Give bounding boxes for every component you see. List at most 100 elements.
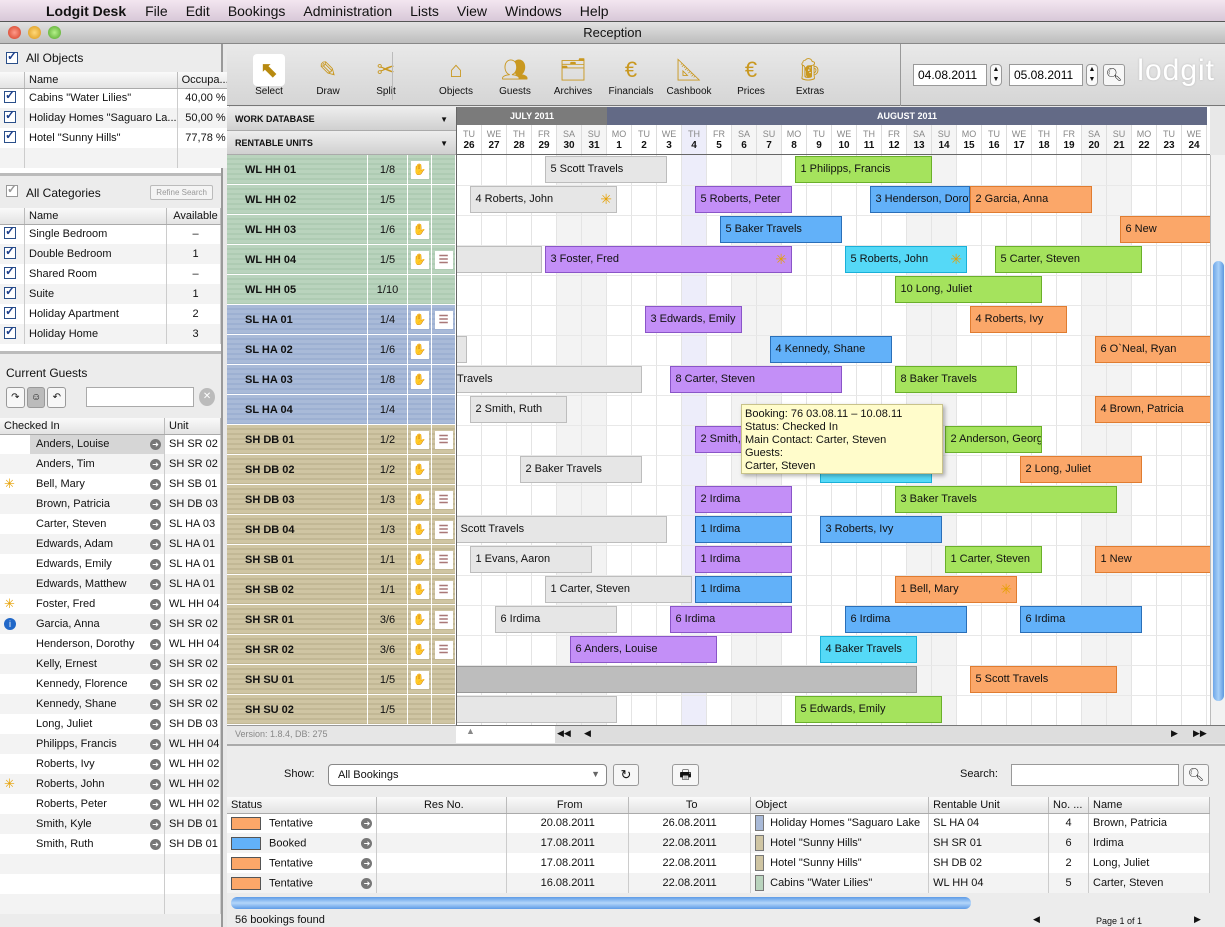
category-checkbox[interactable] (0, 284, 25, 304)
booking-bar[interactable]: 1 Irdima (694, 546, 792, 573)
object-row[interactable]: Cabins "Water Lilies"40,00 % (0, 88, 230, 108)
go-arrow-icon[interactable]: ➜ (150, 719, 161, 730)
go-arrow-icon[interactable]: ➜ (150, 479, 161, 490)
all-objects-toggle[interactable]: All Objects (0, 44, 221, 72)
booking-bar[interactable]: 3 Roberts, Ivy (819, 516, 942, 543)
object-row[interactable]: Holiday Homes "Saguaro La...50,00 % (0, 108, 230, 128)
day-header[interactable]: WE 3 (657, 125, 682, 155)
guest-row[interactable]: Anders, Louise ➜ SH SR 02 (0, 434, 221, 454)
booking-bar[interactable]: 5 Baker Travels (719, 216, 842, 243)
checkbox-icon[interactable] (6, 49, 18, 64)
checkbox-icon[interactable] (4, 108, 16, 123)
day-header[interactable]: SA 13 (907, 125, 932, 155)
unit-row[interactable]: SH SR 02 3/6 ✋ ☰ (227, 635, 456, 665)
booking-bar[interactable]: 4 Brown, Patricia (1094, 396, 1210, 423)
cleaning-icon[interactable]: ✋ (410, 490, 429, 509)
day-column[interactable] (482, 155, 507, 725)
guest-row[interactable]: Smith, Ruth ➜ SH DB 01 (0, 834, 221, 854)
date-from-field[interactable] (913, 64, 987, 86)
go-arrow-icon[interactable]: ➜ (150, 499, 161, 510)
col-name[interactable]: Name (24, 72, 178, 89)
guest-row[interactable]: Edwards, Adam ➜ SL HA 01 (0, 534, 221, 554)
toolbar-archives-button[interactable]: 🗂︎ Archives (545, 54, 601, 97)
col-occupancy[interactable]: Occupa... (177, 72, 230, 89)
refine-search-button[interactable]: Refine Search (150, 184, 213, 200)
day-header[interactable]: TH 4 (682, 125, 707, 155)
cleaning-icon[interactable]: ✋ (410, 310, 429, 329)
checkbox-icon[interactable] (4, 128, 16, 143)
category-checkbox[interactable] (0, 244, 25, 264)
go-arrow-icon[interactable]: ➜ (150, 659, 161, 670)
menu-help[interactable]: Help (571, 3, 618, 19)
go-arrow-icon[interactable]: ➜ (150, 519, 161, 530)
day-header[interactable]: FR 19 (1057, 125, 1082, 155)
guest-row[interactable]: ✳ Bell, Mary ➜ SH SB 01 (0, 474, 221, 494)
booking-bar[interactable]: 1 Carter, Steven (944, 546, 1042, 573)
go-arrow-icon[interactable]: ➜ (150, 739, 161, 750)
next-page-button[interactable]: ▶ (1194, 914, 1201, 925)
booking-bar[interactable]: 2 Smith, Ruth (469, 396, 567, 423)
col-name[interactable]: Name (1088, 797, 1210, 814)
cleaning-icon[interactable]: ✋ (410, 370, 429, 389)
toolbar-prices-button[interactable]: € Prices (723, 54, 779, 97)
day-column[interactable] (1082, 155, 1107, 725)
scroll-thumb[interactable] (1213, 261, 1224, 701)
guest-row[interactable]: Anders, Tim ➜ SH SR 02 (0, 454, 221, 474)
day-header[interactable]: MO 1 (607, 125, 632, 155)
object-checkbox[interactable] (0, 88, 25, 108)
cleaning-icon[interactable]: ✋ (410, 580, 429, 599)
go-arrow-icon[interactable]: ➜ (150, 639, 161, 650)
booking-bar[interactable]: 6 New (1119, 216, 1210, 243)
day-header[interactable]: FR 5 (707, 125, 732, 155)
booking-bar[interactable]: 1 Philipps, Francis (794, 156, 932, 183)
booking-bar[interactable] (457, 696, 617, 723)
day-header[interactable]: MO 8 (782, 125, 807, 155)
guest-row[interactable]: Roberts, Peter ➜ WL HH 02 (0, 794, 221, 814)
cleaning-icon[interactable]: ✋ (410, 520, 429, 539)
col-available[interactable]: Available (166, 208, 221, 225)
note-icon[interactable]: ☰ (434, 520, 453, 539)
menu-file[interactable]: File (136, 3, 177, 19)
category-row[interactable]: Shared Room– (0, 264, 221, 284)
refresh-button[interactable]: ↻ (613, 764, 639, 786)
horizontal-scrollbar[interactable] (231, 897, 971, 909)
go-arrow-icon[interactable]: ➜ (150, 819, 161, 830)
object-checkbox[interactable] (0, 108, 25, 128)
checkbox-icon[interactable] (4, 304, 16, 319)
day-header[interactable]: TU 26 (457, 125, 482, 155)
toolbar-objects-button[interactable]: ⌂ Objects (428, 54, 484, 97)
category-row[interactable]: Holiday Home3 (0, 324, 221, 344)
date-to-stepper[interactable]: ▲ ▼ (1086, 64, 1098, 86)
booking-bar[interactable]: 3 Foster, Fred ✳ (544, 246, 792, 273)
guest-row[interactable]: Edwards, Matthew ➜ SL HA 01 (0, 574, 221, 594)
cleaning-icon[interactable]: ✋ (410, 250, 429, 269)
guest-search-input[interactable] (86, 387, 195, 407)
booking-bar[interactable]: 6 Irdima (844, 606, 967, 633)
last-page-button[interactable]: ▶▶ (1193, 728, 1207, 739)
note-icon[interactable]: ☰ (434, 310, 453, 329)
go-arrow-icon[interactable]: ➜ (361, 877, 373, 889)
note-icon[interactable]: ☰ (434, 490, 453, 509)
go-arrow-icon[interactable]: ➜ (150, 839, 161, 850)
next-button[interactable]: ▶ (1171, 728, 1178, 739)
booking-bar[interactable]: 8 Baker Travels (894, 366, 1017, 393)
toolbar-split-button[interactable]: ✂ Split (358, 54, 414, 97)
day-column[interactable] (507, 155, 532, 725)
toolbar-extras-button[interactable]: 🍺︎ Extras (782, 54, 838, 97)
col-rentable-unit[interactable]: Rentable Unit (928, 797, 1050, 814)
all-categories-toggle[interactable]: All Categories (6, 182, 101, 200)
rentable-units-selector[interactable]: RENTABLE UNITS ▼ (227, 131, 456, 155)
category-row[interactable]: Suite1 (0, 284, 221, 304)
booking-row[interactable]: Tentative ➜ 20.08.2011 26.08.2011 Holiday Ho… (227, 813, 1210, 833)
day-header[interactable]: SU 7 (757, 125, 782, 155)
menu-administration[interactable]: Administration (294, 3, 401, 19)
unit-row[interactable]: WL HH 03 1/6 ✋ (227, 215, 456, 245)
go-arrow-icon[interactable]: ➜ (150, 599, 161, 610)
guest-row[interactable]: Philipps, Francis ➜ WL HH 04 (0, 734, 221, 754)
unit-row[interactable]: SH DB 01 1/2 ✋ ☰ (227, 425, 456, 455)
booking-row[interactable]: Booked ➜ 17.08.2011 22.08.2011 Hotel "Sunny … (227, 833, 1210, 853)
col-object[interactable]: Object (750, 797, 930, 814)
calendar-vertical-scrollbar[interactable] (1210, 155, 1225, 725)
prev-button[interactable]: ◀ (584, 728, 591, 739)
guest-row[interactable]: ✳ Roberts, John ➜ WL HH 02 (0, 774, 221, 794)
